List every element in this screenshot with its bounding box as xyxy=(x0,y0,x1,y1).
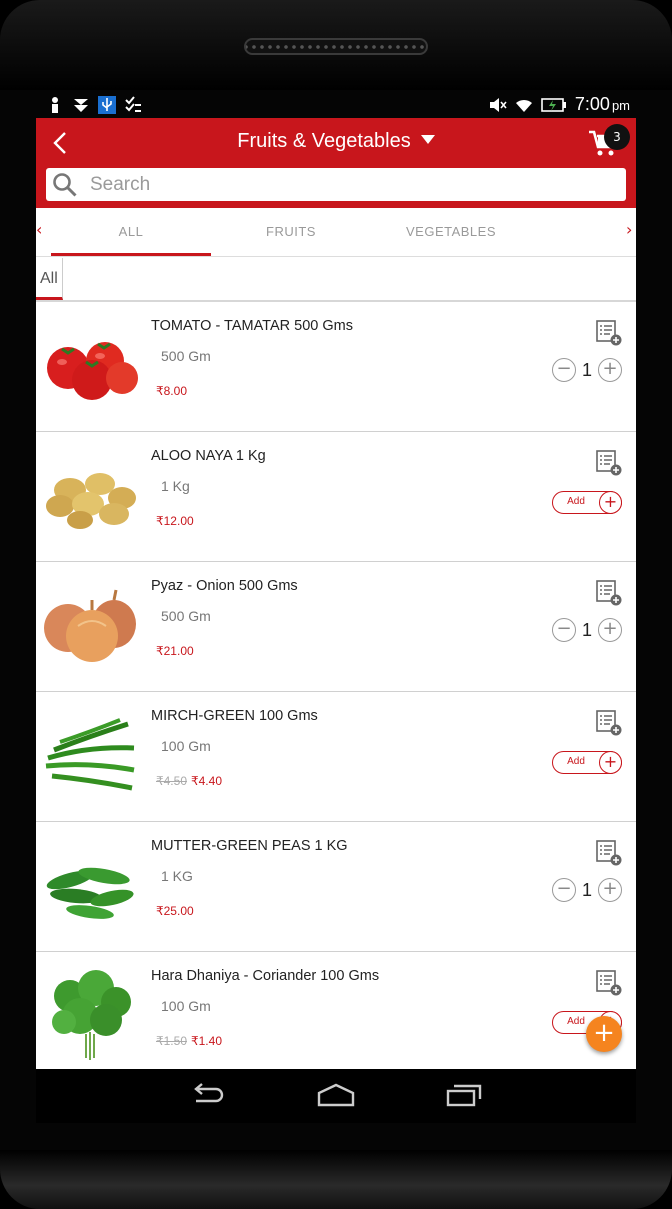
add-to-cart-button[interactable]: Add + xyxy=(552,751,622,774)
product-price: ₹8.00 xyxy=(156,384,187,398)
back-nav-icon[interactable] xyxy=(188,1081,228,1109)
download-icon xyxy=(74,99,88,112)
product-mrp: ₹1.50 xyxy=(156,1034,187,1048)
potato-image xyxy=(46,473,136,529)
earpiece-speaker xyxy=(244,38,428,55)
decrease-quantity-button[interactable]: − xyxy=(552,878,576,902)
tab-all[interactable]: ALL xyxy=(51,208,211,256)
tab-vegetables[interactable]: VEGETABLES xyxy=(371,208,531,256)
onion-image xyxy=(44,589,136,662)
product-unit: 500 Gm xyxy=(161,608,211,624)
floating-add-button[interactable]: + xyxy=(586,1016,622,1052)
app-screen: Fruits & Vegetables 3 ‹ ALL FRUITS VEGET… xyxy=(36,118,636,1069)
home-nav-icon[interactable] xyxy=(316,1081,356,1109)
add-to-list-icon[interactable] xyxy=(596,710,622,736)
increase-quantity-button[interactable]: + xyxy=(598,358,622,382)
recent-apps-nav-icon[interactable] xyxy=(444,1081,484,1109)
price-line: ₹8.00 xyxy=(156,384,187,398)
product-name: ALOO NAYA 1 Kg xyxy=(151,448,266,464)
product-row[interactable]: MUTTER-GREEN PEAS 1 KG 1 KG ₹25.00 − 1 + xyxy=(36,822,636,952)
green-chilli-image xyxy=(45,718,135,791)
quantity-stepper: − 1 + xyxy=(552,358,622,382)
category-tabs: ‹ ALL FRUITS VEGETABLES › xyxy=(36,208,636,257)
price-line: ₹12.00 xyxy=(156,514,194,528)
plus-icon: + xyxy=(599,751,622,774)
page-title: Fruits & Vegetables xyxy=(237,130,411,152)
increase-quantity-button[interactable]: + xyxy=(598,878,622,902)
device-bottom-bezel xyxy=(0,1150,672,1209)
product-unit: 500 Gm xyxy=(161,348,211,364)
product-price: ₹21.00 xyxy=(156,644,194,658)
product-unit: 100 Gm xyxy=(161,998,211,1014)
category-title-dropdown[interactable]: Fruits & Vegetables xyxy=(36,130,636,153)
product-mrp: ₹4.50 xyxy=(156,774,187,788)
add-button-label: Add xyxy=(567,496,585,507)
subcategory-tabs: All xyxy=(36,258,636,302)
status-bar: 7:00 pm xyxy=(36,90,636,120)
product-price: ₹4.40 xyxy=(191,774,222,788)
quantity-value: 1 xyxy=(581,620,592,640)
product-name: MUTTER-GREEN PEAS 1 KG xyxy=(151,838,348,854)
price-line: ₹1.50 ₹1.40 xyxy=(156,1034,222,1048)
price-line: ₹4.50 ₹4.40 xyxy=(156,774,222,788)
tabs-scroll-left-icon[interactable]: ‹ xyxy=(36,220,42,239)
product-price: ₹12.00 xyxy=(156,514,194,528)
add-to-list-icon[interactable] xyxy=(596,580,622,606)
product-row[interactable]: Hara Dhaniya - Coriander 100 Gms 100 Gm … xyxy=(36,952,636,1069)
search-bar xyxy=(46,168,626,201)
product-name: Pyaz - Onion 500 Gms xyxy=(151,578,298,594)
product-row[interactable]: TOMATO - TAMATAR 500 Gms 500 Gm ₹8.00 − … xyxy=(36,302,636,432)
quantity-value: 1 xyxy=(581,360,592,380)
add-button-label: Add xyxy=(567,756,585,767)
product-price: ₹25.00 xyxy=(156,904,194,918)
quantity-value: 1 xyxy=(581,880,592,900)
usb-icon xyxy=(98,96,116,114)
product-row[interactable]: MIRCH-GREEN 100 Gms 100 Gm ₹4.50 ₹4.40 Ad… xyxy=(36,692,636,822)
cart-count-badge: 3 xyxy=(604,124,630,150)
wifi-icon xyxy=(515,99,532,112)
mute-icon xyxy=(489,97,507,112)
dropdown-caret-icon xyxy=(420,135,435,144)
device-top-bezel xyxy=(0,0,672,90)
add-to-list-icon[interactable] xyxy=(596,970,622,996)
add-to-list-icon[interactable] xyxy=(596,320,622,346)
tabs-scroll-right-icon[interactable]: › xyxy=(626,220,632,239)
product-unit: 100 Gm xyxy=(161,738,211,754)
add-to-list-icon[interactable] xyxy=(596,450,622,476)
system-navigation-bar xyxy=(36,1069,636,1123)
product-name: Hara Dhaniya - Coriander 100 Gms xyxy=(151,968,380,984)
plus-icon: + xyxy=(599,491,622,514)
search-icon xyxy=(53,173,77,197)
product-unit: 1 Kg xyxy=(161,478,190,494)
decrease-quantity-button[interactable]: − xyxy=(552,358,576,382)
price-line: ₹25.00 xyxy=(156,904,194,918)
notification-figure-icon xyxy=(52,97,58,113)
product-list: TOMATO - TAMATAR 500 Gms 500 Gm ₹8.00 − … xyxy=(36,302,636,1069)
clock-time: 7:00 pm xyxy=(574,94,630,114)
product-name: MIRCH-GREEN 100 Gms xyxy=(151,708,318,724)
green-peas-image xyxy=(46,867,134,919)
product-price: ₹1.40 xyxy=(191,1034,222,1048)
product-row[interactable]: ALOO NAYA 1 Kg 1 Kg ₹12.00 Add + xyxy=(36,432,636,562)
price-line: ₹21.00 xyxy=(156,644,194,658)
subtab-all[interactable]: All xyxy=(36,258,63,300)
add-to-list-icon[interactable] xyxy=(596,840,622,866)
add-to-cart-button[interactable]: Add + xyxy=(552,491,622,514)
search-input[interactable] xyxy=(90,168,610,201)
tab-fruits[interactable]: FRUITS xyxy=(211,208,371,256)
coriander-image xyxy=(52,970,131,1060)
product-name: TOMATO - TAMATAR 500 Gms xyxy=(151,318,353,334)
device-frame: 7:00pm Fruits & Vegetables 3 ‹ ALL FRUIT… xyxy=(0,0,672,1209)
tomato-image xyxy=(47,342,138,400)
battery-charging-icon xyxy=(541,97,566,112)
increase-quantity-button[interactable]: + xyxy=(598,618,622,642)
quantity-stepper: − 1 + xyxy=(552,618,622,642)
quantity-stepper: − 1 + xyxy=(552,878,622,902)
product-row[interactable]: Pyaz - Onion 500 Gms 500 Gm ₹21.00 − 1 + xyxy=(36,562,636,692)
decrease-quantity-button[interactable]: − xyxy=(552,618,576,642)
product-unit: 1 KG xyxy=(161,868,193,884)
app-bar: Fruits & Vegetables 3 xyxy=(36,118,636,208)
checklist-icon xyxy=(125,96,141,112)
